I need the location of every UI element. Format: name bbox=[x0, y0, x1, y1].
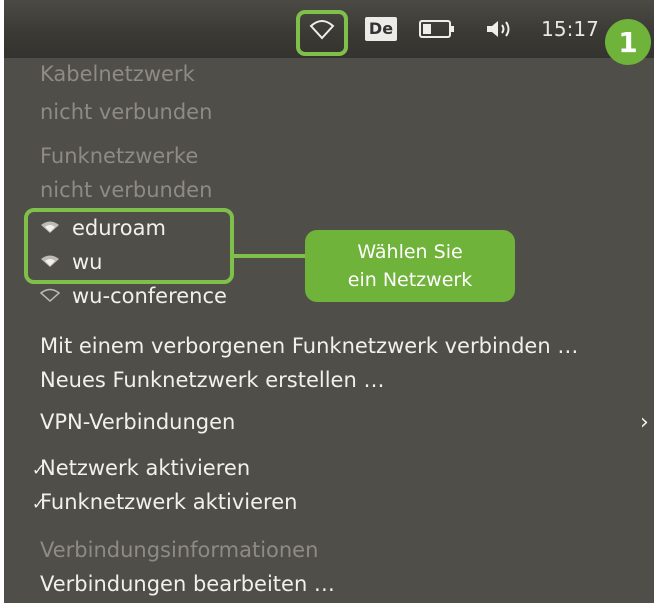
wireless-header: Funknetzwerke bbox=[40, 144, 199, 168]
wired-header: Kabelnetzwerk bbox=[40, 62, 195, 86]
create-new-network-item[interactable]: Neues Funknetzwerk erstellen … bbox=[40, 368, 384, 392]
enable-networking-item[interactable]: Netzwerk aktivieren bbox=[40, 456, 250, 480]
keyboard-layout-indicator[interactable]: De bbox=[362, 0, 400, 58]
wifi-icon bbox=[309, 20, 335, 40]
clock[interactable]: 15:17 bbox=[532, 0, 608, 58]
top-panel: De 15:17 bbox=[4, 0, 654, 58]
wifi-signal-icon bbox=[40, 288, 62, 304]
step-badge: 1 bbox=[605, 19, 651, 65]
battery-indicator[interactable] bbox=[408, 0, 468, 58]
battery-icon bbox=[419, 20, 454, 38]
network-item-wu-conference[interactable]: wu-conference bbox=[40, 284, 227, 308]
network-indicator-button[interactable] bbox=[296, 0, 348, 58]
callout-connector bbox=[230, 254, 310, 258]
volume-icon bbox=[487, 21, 510, 37]
keyboard-layout-label: De bbox=[364, 17, 398, 41]
connect-hidden-network-item[interactable]: Mit einem verborgenen Funknetzwerk verbi… bbox=[40, 334, 578, 358]
callout-line-2: ein Netzwerk bbox=[347, 269, 473, 291]
edit-connections-item[interactable]: Verbindungen bearbeiten … bbox=[40, 572, 335, 596]
vpn-connections-item[interactable]: VPN-Verbindungen bbox=[40, 410, 235, 434]
callout-line-1: Wählen Sie bbox=[357, 241, 463, 263]
chevron-right-icon: › bbox=[640, 410, 649, 435]
connection-info-item: Verbindungsinformationen bbox=[40, 538, 319, 562]
wired-status: nicht verbunden bbox=[40, 100, 213, 124]
volume-indicator[interactable] bbox=[474, 0, 526, 58]
network-selection-highlight bbox=[24, 208, 234, 284]
wireless-status: nicht verbunden bbox=[40, 178, 213, 202]
network-menu: Kabelnetzwerk nicht verbunden Funknetzwe… bbox=[4, 58, 654, 603]
instruction-callout: Wählen Sie ein Netzwerk bbox=[305, 230, 515, 302]
enable-wireless-item[interactable]: Funknetzwerk aktivieren bbox=[40, 490, 297, 514]
network-name: wu-conference bbox=[72, 284, 227, 308]
